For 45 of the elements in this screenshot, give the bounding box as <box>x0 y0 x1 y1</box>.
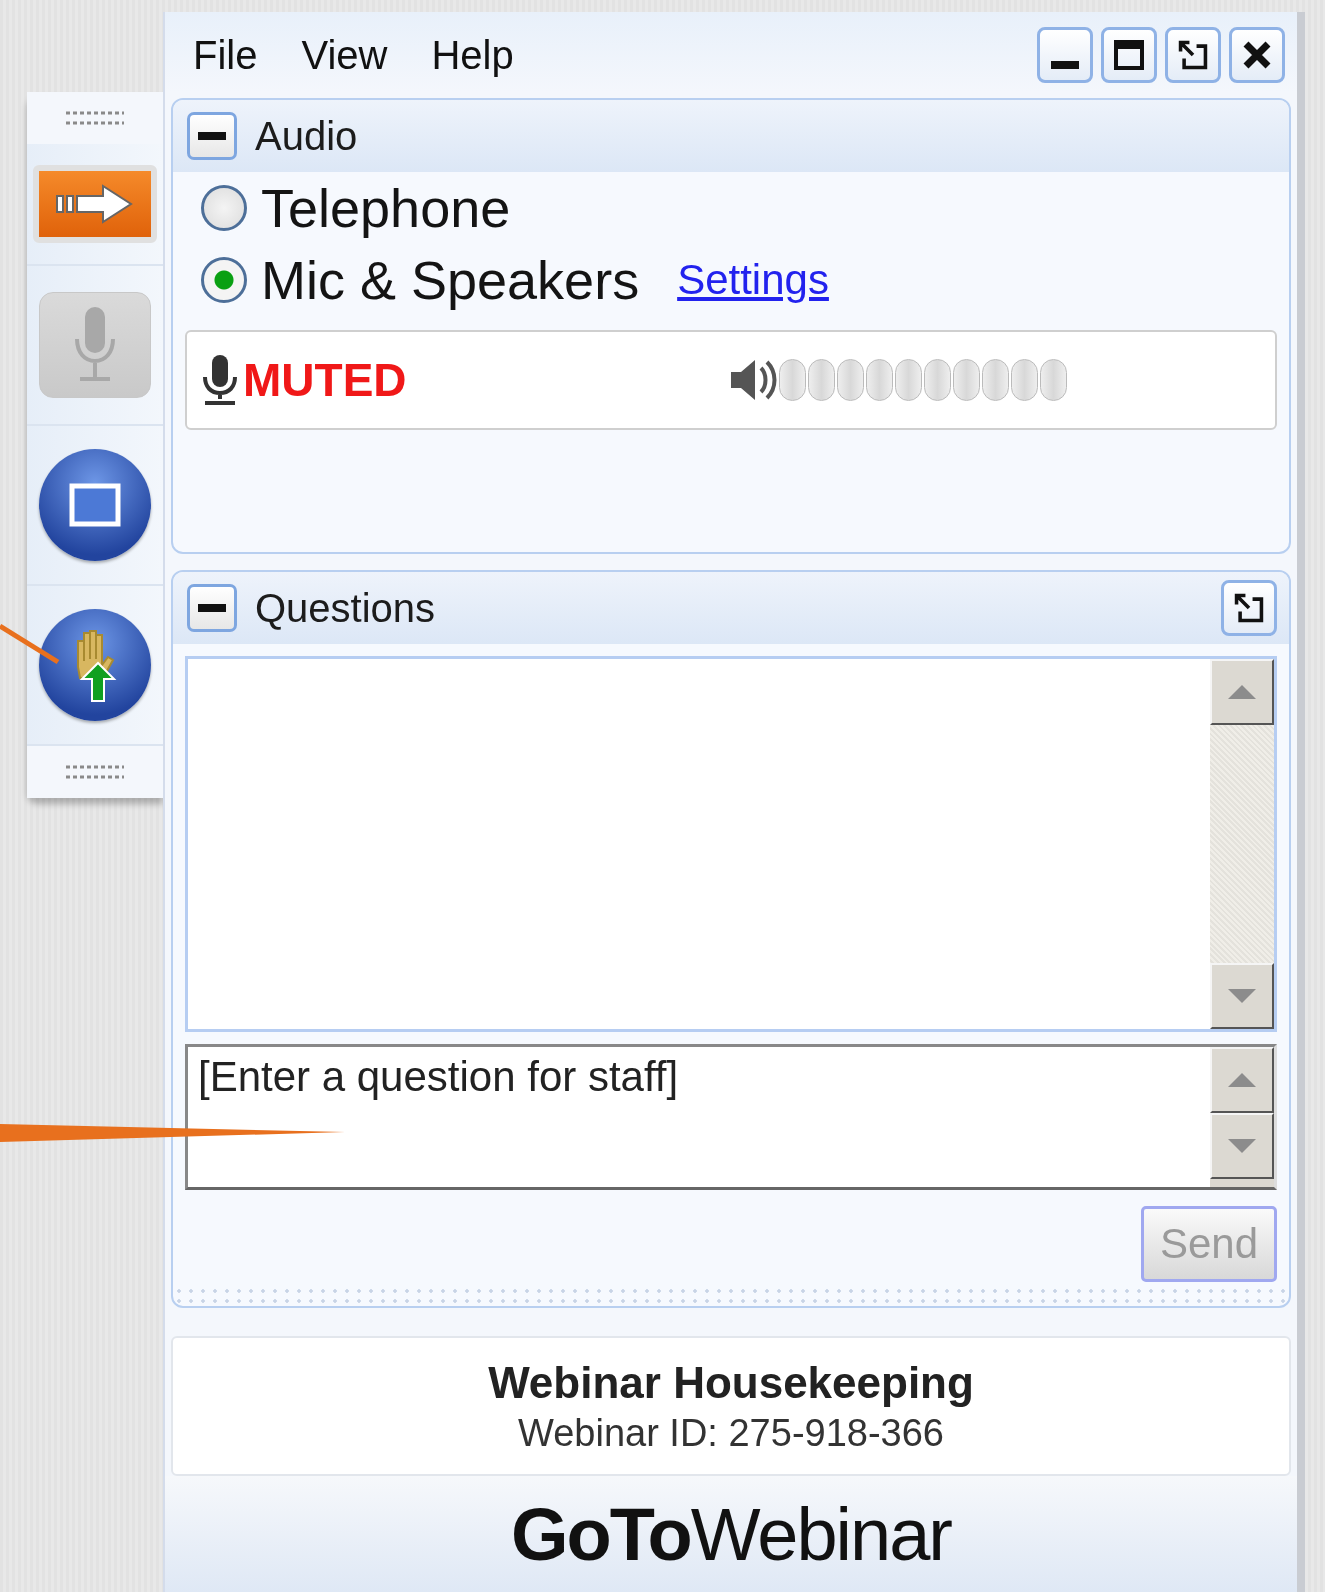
grip-icon <box>66 764 124 780</box>
close-icon <box>1242 40 1272 70</box>
down-arrow-icon <box>1228 989 1256 1003</box>
maximize-button[interactable] <box>1101 27 1157 83</box>
radio-label: Mic & Speakers <box>261 249 640 311</box>
radio-button[interactable] <box>201 257 247 303</box>
minus-icon <box>198 132 226 140</box>
arrow-icon <box>55 182 135 226</box>
screen-icon <box>69 483 121 527</box>
scroll-down-button[interactable] <box>1210 1113 1274 1179</box>
grip-icon <box>66 110 124 126</box>
show-hide-button[interactable] <box>33 165 157 243</box>
down-arrow-icon <box>1228 1139 1256 1153</box>
leader-line <box>0 623 60 665</box>
menu-item[interactable]: File <box>193 32 258 78</box>
scroll-up-button[interactable] <box>1210 659 1274 725</box>
close-button[interactable] <box>1229 27 1285 83</box>
webinar-id: Webinar ID: 275-918-366 <box>518 1411 944 1455</box>
minus-icon <box>198 604 226 612</box>
scroll-up-button[interactable] <box>1210 1047 1274 1113</box>
webinar-title: Webinar Housekeeping <box>488 1357 974 1408</box>
logo: GoToWebinar <box>511 1491 951 1577</box>
settings-link[interactable]: Settings <box>677 256 829 304</box>
speaker-icon <box>728 358 777 402</box>
radio-button[interactable] <box>201 185 247 231</box>
pop-out-icon <box>1233 592 1265 624</box>
collapse-button[interactable] <box>187 112 237 160</box>
panel-title: Questions <box>255 585 436 631</box>
pop-out-icon <box>1177 39 1209 71</box>
panel-title: Audio <box>255 113 358 159</box>
maximize-icon <box>1113 39 1145 71</box>
minimize-icon <box>1051 61 1079 69</box>
pop-out-button[interactable] <box>1221 580 1277 636</box>
pop-out-button[interactable] <box>1165 27 1221 83</box>
microphone-icon <box>201 355 239 405</box>
radio-label: Telephone <box>261 177 511 239</box>
scrollbar[interactable] <box>1210 659 1274 1029</box>
mute-status: MUTED <box>243 353 407 407</box>
minimize-button[interactable] <box>1037 27 1093 83</box>
up-arrow-icon <box>1228 685 1256 699</box>
collapse-button[interactable] <box>187 584 237 632</box>
menu-item[interactable]: View <box>301 32 388 78</box>
up-arrow-icon <box>1228 1073 1256 1087</box>
menu-item[interactable]: Help <box>431 32 514 78</box>
scroll-down-button[interactable] <box>1210 963 1274 1029</box>
